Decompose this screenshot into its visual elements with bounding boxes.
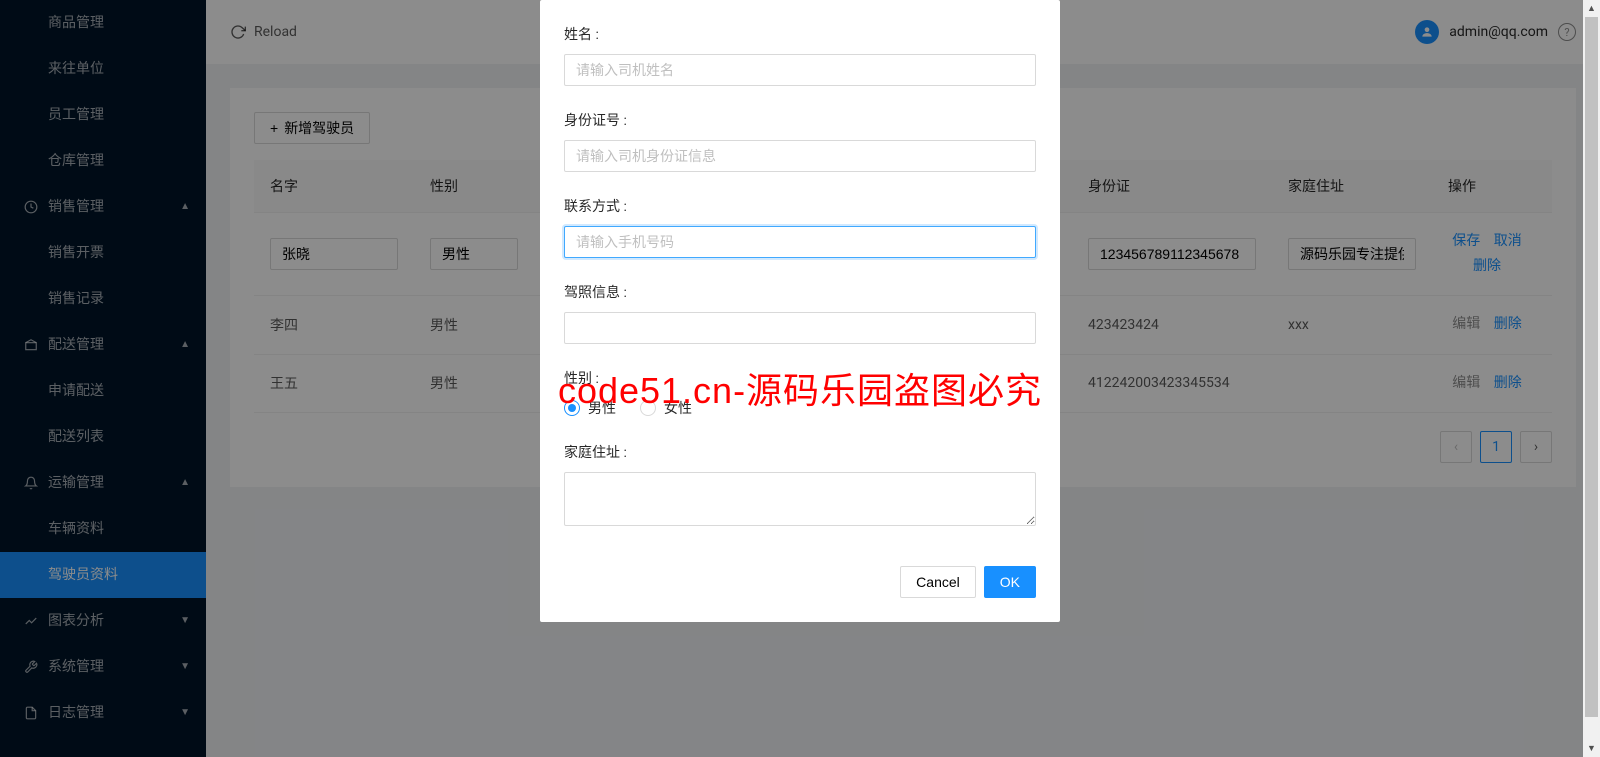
scroll-up-icon[interactable]: ▲ (1583, 0, 1600, 17)
cancel-button[interactable]: Cancel (900, 566, 976, 598)
scrollbar[interactable]: ▲ ▼ (1583, 0, 1600, 757)
gender-male-label: 男性 (588, 398, 616, 418)
address-label: 家庭住址 : (564, 442, 1036, 462)
gender-female-radio[interactable]: 女性 (640, 398, 692, 418)
name-label: 姓名 : (564, 24, 1036, 44)
ok-button[interactable]: OK (984, 566, 1036, 598)
gender-female-label: 女性 (664, 398, 692, 418)
driver-modal: 姓名 : 身份证号 : 联系方式 : 驾照信息 : 性别 : 男性 女性 家庭住… (540, 0, 1060, 622)
license-label: 驾照信息 : (564, 282, 1036, 302)
contact-input[interactable] (564, 226, 1036, 258)
gender-male-radio[interactable]: 男性 (564, 398, 616, 418)
gender-label: 性别 : (564, 368, 1036, 388)
idcard-label: 身份证号 : (564, 110, 1036, 130)
modal-overlay[interactable]: 姓名 : 身份证号 : 联系方式 : 驾照信息 : 性别 : 男性 女性 家庭住… (0, 0, 1600, 757)
scrollbar-thumb[interactable] (1585, 17, 1598, 717)
name-input[interactable] (564, 54, 1036, 86)
radio-checked-icon (564, 400, 580, 416)
license-input[interactable] (564, 312, 1036, 344)
idcard-input[interactable] (564, 140, 1036, 172)
modal-footer: Cancel OK (564, 566, 1036, 598)
gender-radio-group: 男性 女性 (564, 398, 1036, 418)
address-textarea[interactable] (564, 472, 1036, 526)
radio-unchecked-icon (640, 400, 656, 416)
scroll-down-icon[interactable]: ▼ (1583, 740, 1600, 757)
contact-label: 联系方式 : (564, 196, 1036, 216)
